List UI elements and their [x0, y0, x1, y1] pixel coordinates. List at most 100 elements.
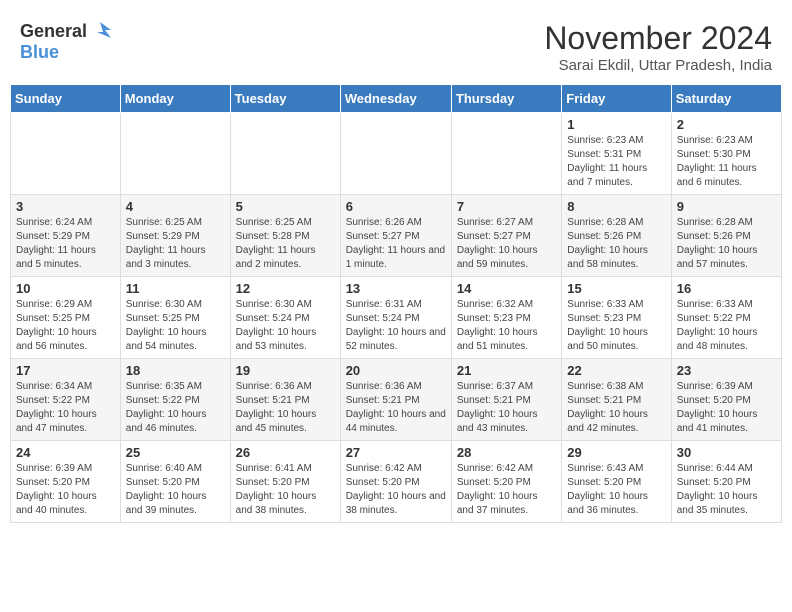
weekday-header-thursday: Thursday: [451, 85, 561, 113]
day-number: 1: [567, 117, 665, 132]
day-number: 25: [126, 445, 225, 460]
day-info: Sunrise: 6:38 AM Sunset: 5:21 PM Dayligh…: [567, 380, 665, 436]
calendar-cell: 10Sunrise: 6:29 AM Sunset: 5:25 PM Dayli…: [11, 277, 121, 359]
calendar-cell: 24 Sunrise: 6:39 AM Sunset: 5:20 PM Dayli…: [11, 441, 121, 523]
day-number: 30: [677, 445, 776, 460]
day-info: Sunrise: 6:26 AM Sunset: 5:27 PM Dayligh…: [346, 216, 446, 272]
day-info: Sunrise: 6:36 AM Sunset: 5:21 PM Dayligh…: [236, 380, 335, 436]
day-info: Sunrise: 6:33 AM Sunset: 5:22 PM Dayligh…: [677, 298, 776, 354]
day-info: Sunrise: 6:37 AM Sunset: 5:21 PM Dayligh…: [457, 380, 556, 436]
day-number: 16: [677, 281, 776, 296]
day-info: Sunrise: 6:31 AM Sunset: 5:24 PM Dayligh…: [346, 298, 446, 354]
day-number: 23: [677, 363, 776, 378]
day-info: Sunrise: 6:23 AM Sunset: 5:30 PM Dayligh…: [677, 134, 776, 190]
weekday-header-friday: Friday: [562, 85, 671, 113]
day-info: Sunrise: 6:33 AM Sunset: 5:23 PM Dayligh…: [567, 298, 665, 354]
day-number: 20: [346, 363, 446, 378]
day-info: Sunrise: 6:39 AM Sunset: 5:20 PM Dayligh…: [677, 380, 776, 436]
day-number: 26: [236, 445, 335, 460]
day-info: Sunrise: 6:25 AM Sunset: 5:28 PM Dayligh…: [236, 216, 335, 272]
day-number: 3: [16, 199, 115, 214]
day-info: Sunrise: 6:41 AM Sunset: 5:20 PM Dayligh…: [236, 462, 335, 518]
day-number: 11: [126, 281, 225, 296]
location-subtitle: Sarai Ekdil, Uttar Pradesh, India: [544, 57, 772, 74]
calendar-cell: [340, 113, 451, 195]
logo-bird-icon: [89, 20, 111, 42]
calendar-week-row: 24 Sunrise: 6:39 AM Sunset: 5:20 PM Dayli…: [11, 441, 782, 523]
calendar-cell: 19Sunrise: 6:36 AM Sunset: 5:21 PM Dayli…: [230, 359, 340, 441]
calendar-cell: 8 Sunrise: 6:28 AM Sunset: 5:26 PM Daylig…: [562, 195, 671, 277]
calendar-cell: 16 Sunrise: 6:33 AM Sunset: 5:22 PM Dayli…: [671, 277, 781, 359]
weekday-header-monday: Monday: [120, 85, 230, 113]
day-number: 10: [16, 281, 115, 296]
day-number: 14: [457, 281, 556, 296]
calendar-week-row: 10Sunrise: 6:29 AM Sunset: 5:25 PM Dayli…: [11, 277, 782, 359]
day-info: Sunrise: 6:24 AM Sunset: 5:29 PM Dayligh…: [16, 216, 115, 272]
day-info: Sunrise: 6:32 AM Sunset: 5:23 PM Dayligh…: [457, 298, 556, 354]
day-number: 7: [457, 199, 556, 214]
calendar-week-row: 3 Sunrise: 6:24 AM Sunset: 5:29 PM Daylig…: [11, 195, 782, 277]
day-info: Sunrise: 6:39 AM Sunset: 5:20 PM Dayligh…: [16, 462, 115, 518]
day-info: Sunrise: 6:28 AM Sunset: 5:26 PM Dayligh…: [567, 216, 665, 272]
calendar-cell: 11 Sunrise: 6:30 AM Sunset: 5:25 PM Dayli…: [120, 277, 230, 359]
day-info: Sunrise: 6:36 AM Sunset: 5:21 PM Dayligh…: [346, 380, 446, 436]
weekday-header-tuesday: Tuesday: [230, 85, 340, 113]
calendar-cell: 29Sunrise: 6:43 AM Sunset: 5:20 PM Dayli…: [562, 441, 671, 523]
calendar-cell: 26 Sunrise: 6:41 AM Sunset: 5:20 PM Dayli…: [230, 441, 340, 523]
day-number: 6: [346, 199, 446, 214]
calendar-cell: 15Sunrise: 6:33 AM Sunset: 5:23 PM Dayli…: [562, 277, 671, 359]
weekday-header-row: SundayMondayTuesdayWednesdayThursdayFrid…: [11, 85, 782, 113]
day-number: 18: [126, 363, 225, 378]
day-number: 8: [567, 199, 665, 214]
calendar-week-row: 17Sunrise: 6:34 AM Sunset: 5:22 PM Dayli…: [11, 359, 782, 441]
month-year-title: November 2024: [544, 20, 772, 57]
weekday-header-wednesday: Wednesday: [340, 85, 451, 113]
calendar-week-row: 1Sunrise: 6:23 AM Sunset: 5:31 PM Daylig…: [11, 113, 782, 195]
calendar-cell: 6 Sunrise: 6:26 AM Sunset: 5:27 PM Daylig…: [340, 195, 451, 277]
calendar-cell: 18 Sunrise: 6:35 AM Sunset: 5:22 PM Dayli…: [120, 359, 230, 441]
calendar-cell: 20 Sunrise: 6:36 AM Sunset: 5:21 PM Dayli…: [340, 359, 451, 441]
calendar-cell: 4 Sunrise: 6:25 AM Sunset: 5:29 PM Daylig…: [120, 195, 230, 277]
day-number: 28: [457, 445, 556, 460]
calendar-cell: [451, 113, 561, 195]
day-info: Sunrise: 6:40 AM Sunset: 5:20 PM Dayligh…: [126, 462, 225, 518]
day-number: 5: [236, 199, 335, 214]
calendar-cell: 9 Sunrise: 6:28 AM Sunset: 5:26 PM Daylig…: [671, 195, 781, 277]
day-number: 24: [16, 445, 115, 460]
weekday-header-saturday: Saturday: [671, 85, 781, 113]
calendar-cell: 3 Sunrise: 6:24 AM Sunset: 5:29 PM Daylig…: [11, 195, 121, 277]
calendar-cell: 12 Sunrise: 6:30 AM Sunset: 5:24 PM Dayli…: [230, 277, 340, 359]
day-number: 27: [346, 445, 446, 460]
day-info: Sunrise: 6:44 AM Sunset: 5:20 PM Dayligh…: [677, 462, 776, 518]
page-header: General Blue November 2024 Sarai Ekdil, …: [10, 10, 782, 79]
day-info: Sunrise: 6:27 AM Sunset: 5:27 PM Dayligh…: [457, 216, 556, 272]
calendar-cell: 27Sunrise: 6:42 AM Sunset: 5:20 PM Dayli…: [340, 441, 451, 523]
day-info: Sunrise: 6:30 AM Sunset: 5:24 PM Dayligh…: [236, 298, 335, 354]
calendar-cell: [11, 113, 121, 195]
day-number: 9: [677, 199, 776, 214]
calendar-cell: 30 Sunrise: 6:44 AM Sunset: 5:20 PM Dayli…: [671, 441, 781, 523]
calendar-cell: 21 Sunrise: 6:37 AM Sunset: 5:21 PM Dayli…: [451, 359, 561, 441]
calendar-cell: [120, 113, 230, 195]
calendar-cell: 2 Sunrise: 6:23 AM Sunset: 5:30 PM Daylig…: [671, 113, 781, 195]
day-info: Sunrise: 6:25 AM Sunset: 5:29 PM Dayligh…: [126, 216, 225, 272]
calendar-cell: [230, 113, 340, 195]
calendar-cell: 13Sunrise: 6:31 AM Sunset: 5:24 PM Dayli…: [340, 277, 451, 359]
day-number: 4: [126, 199, 225, 214]
day-number: 22: [567, 363, 665, 378]
calendar-cell: 1Sunrise: 6:23 AM Sunset: 5:31 PM Daylig…: [562, 113, 671, 195]
day-info: Sunrise: 6:30 AM Sunset: 5:25 PM Dayligh…: [126, 298, 225, 354]
day-info: Sunrise: 6:42 AM Sunset: 5:20 PM Dayligh…: [457, 462, 556, 518]
day-info: Sunrise: 6:28 AM Sunset: 5:26 PM Dayligh…: [677, 216, 776, 272]
calendar-cell: 14 Sunrise: 6:32 AM Sunset: 5:23 PM Dayli…: [451, 277, 561, 359]
logo: General Blue: [20, 20, 111, 63]
day-info: Sunrise: 6:43 AM Sunset: 5:20 PM Dayligh…: [567, 462, 665, 518]
day-info: Sunrise: 6:35 AM Sunset: 5:22 PM Dayligh…: [126, 380, 225, 436]
day-number: 2: [677, 117, 776, 132]
day-number: 12: [236, 281, 335, 296]
day-number: 21: [457, 363, 556, 378]
calendar-cell: 25 Sunrise: 6:40 AM Sunset: 5:20 PM Dayli…: [120, 441, 230, 523]
logo-blue-text: Blue: [20, 42, 59, 63]
calendar-cell: 22 Sunrise: 6:38 AM Sunset: 5:21 PM Dayli…: [562, 359, 671, 441]
title-block: November 2024 Sarai Ekdil, Uttar Pradesh…: [544, 20, 772, 74]
